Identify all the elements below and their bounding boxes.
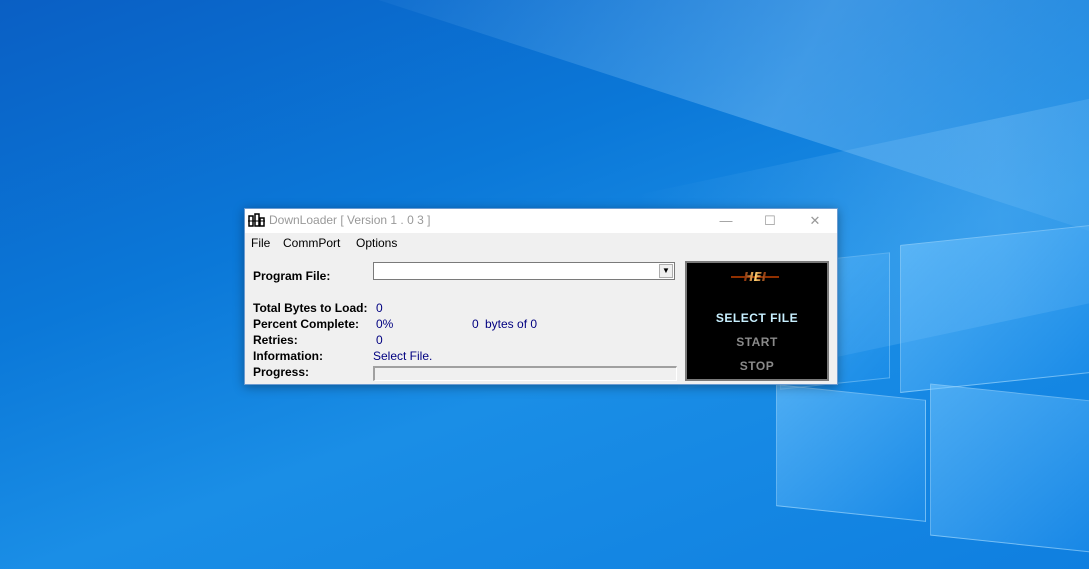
bytes-count: 0: [472, 317, 479, 331]
minimize-button[interactable]: —: [703, 209, 749, 233]
window-title: DownLoader [ Version 1 . 0 3 ]: [269, 213, 431, 227]
app-icon[interactable]: [248, 213, 265, 228]
start-button[interactable]: START: [687, 335, 827, 349]
progress-bar: [373, 366, 677, 381]
information-value: Select File.: [373, 349, 433, 363]
program-file-dropdown[interactable]: ▼: [373, 262, 675, 280]
title-bar[interactable]: DownLoader [ Version 1 . 0 3 ] — ☐ ✕: [245, 209, 837, 233]
windows-logo-pane: [930, 383, 1089, 553]
menu-bar: File CommPort Options: [245, 233, 837, 253]
select-file-button[interactable]: SELECT FILE: [687, 311, 827, 325]
total-bytes-value: 0: [376, 301, 383, 315]
stop-button[interactable]: STOP: [687, 359, 827, 373]
windows-logo-pane: [900, 224, 1089, 394]
program-file-label: Program File:: [253, 269, 331, 283]
close-button[interactable]: ✕: [792, 209, 838, 233]
retries-label: Retries:: [253, 333, 298, 347]
information-label: Information:: [253, 349, 323, 363]
retries-value: 0: [376, 333, 383, 347]
percent-complete-value: 0%: [376, 317, 394, 331]
control-panel: HEI SELECT FILE START STOP: [685, 261, 829, 381]
bytes-of-total: bytes of 0: [485, 317, 538, 331]
windows-logo-pane: [776, 384, 926, 522]
total-bytes-label: Total Bytes to Load:: [253, 301, 368, 315]
hei-logo: HEI: [731, 270, 779, 284]
menu-file[interactable]: File: [251, 236, 270, 250]
percent-complete-label: Percent Complete:: [253, 317, 360, 331]
desktop: DownLoader [ Version 1 . 0 3 ] — ☐ ✕ Fil…: [0, 0, 1089, 569]
maximize-button[interactable]: ☐: [747, 209, 793, 233]
downloader-window: DownLoader [ Version 1 . 0 3 ] — ☐ ✕ Fil…: [244, 208, 838, 385]
progress-label: Progress:: [253, 365, 310, 379]
logo-text: HEI: [744, 270, 767, 284]
menu-options[interactable]: Options: [356, 236, 397, 250]
menu-commport[interactable]: CommPort: [283, 236, 340, 250]
chevron-down-icon[interactable]: ▼: [659, 264, 673, 278]
